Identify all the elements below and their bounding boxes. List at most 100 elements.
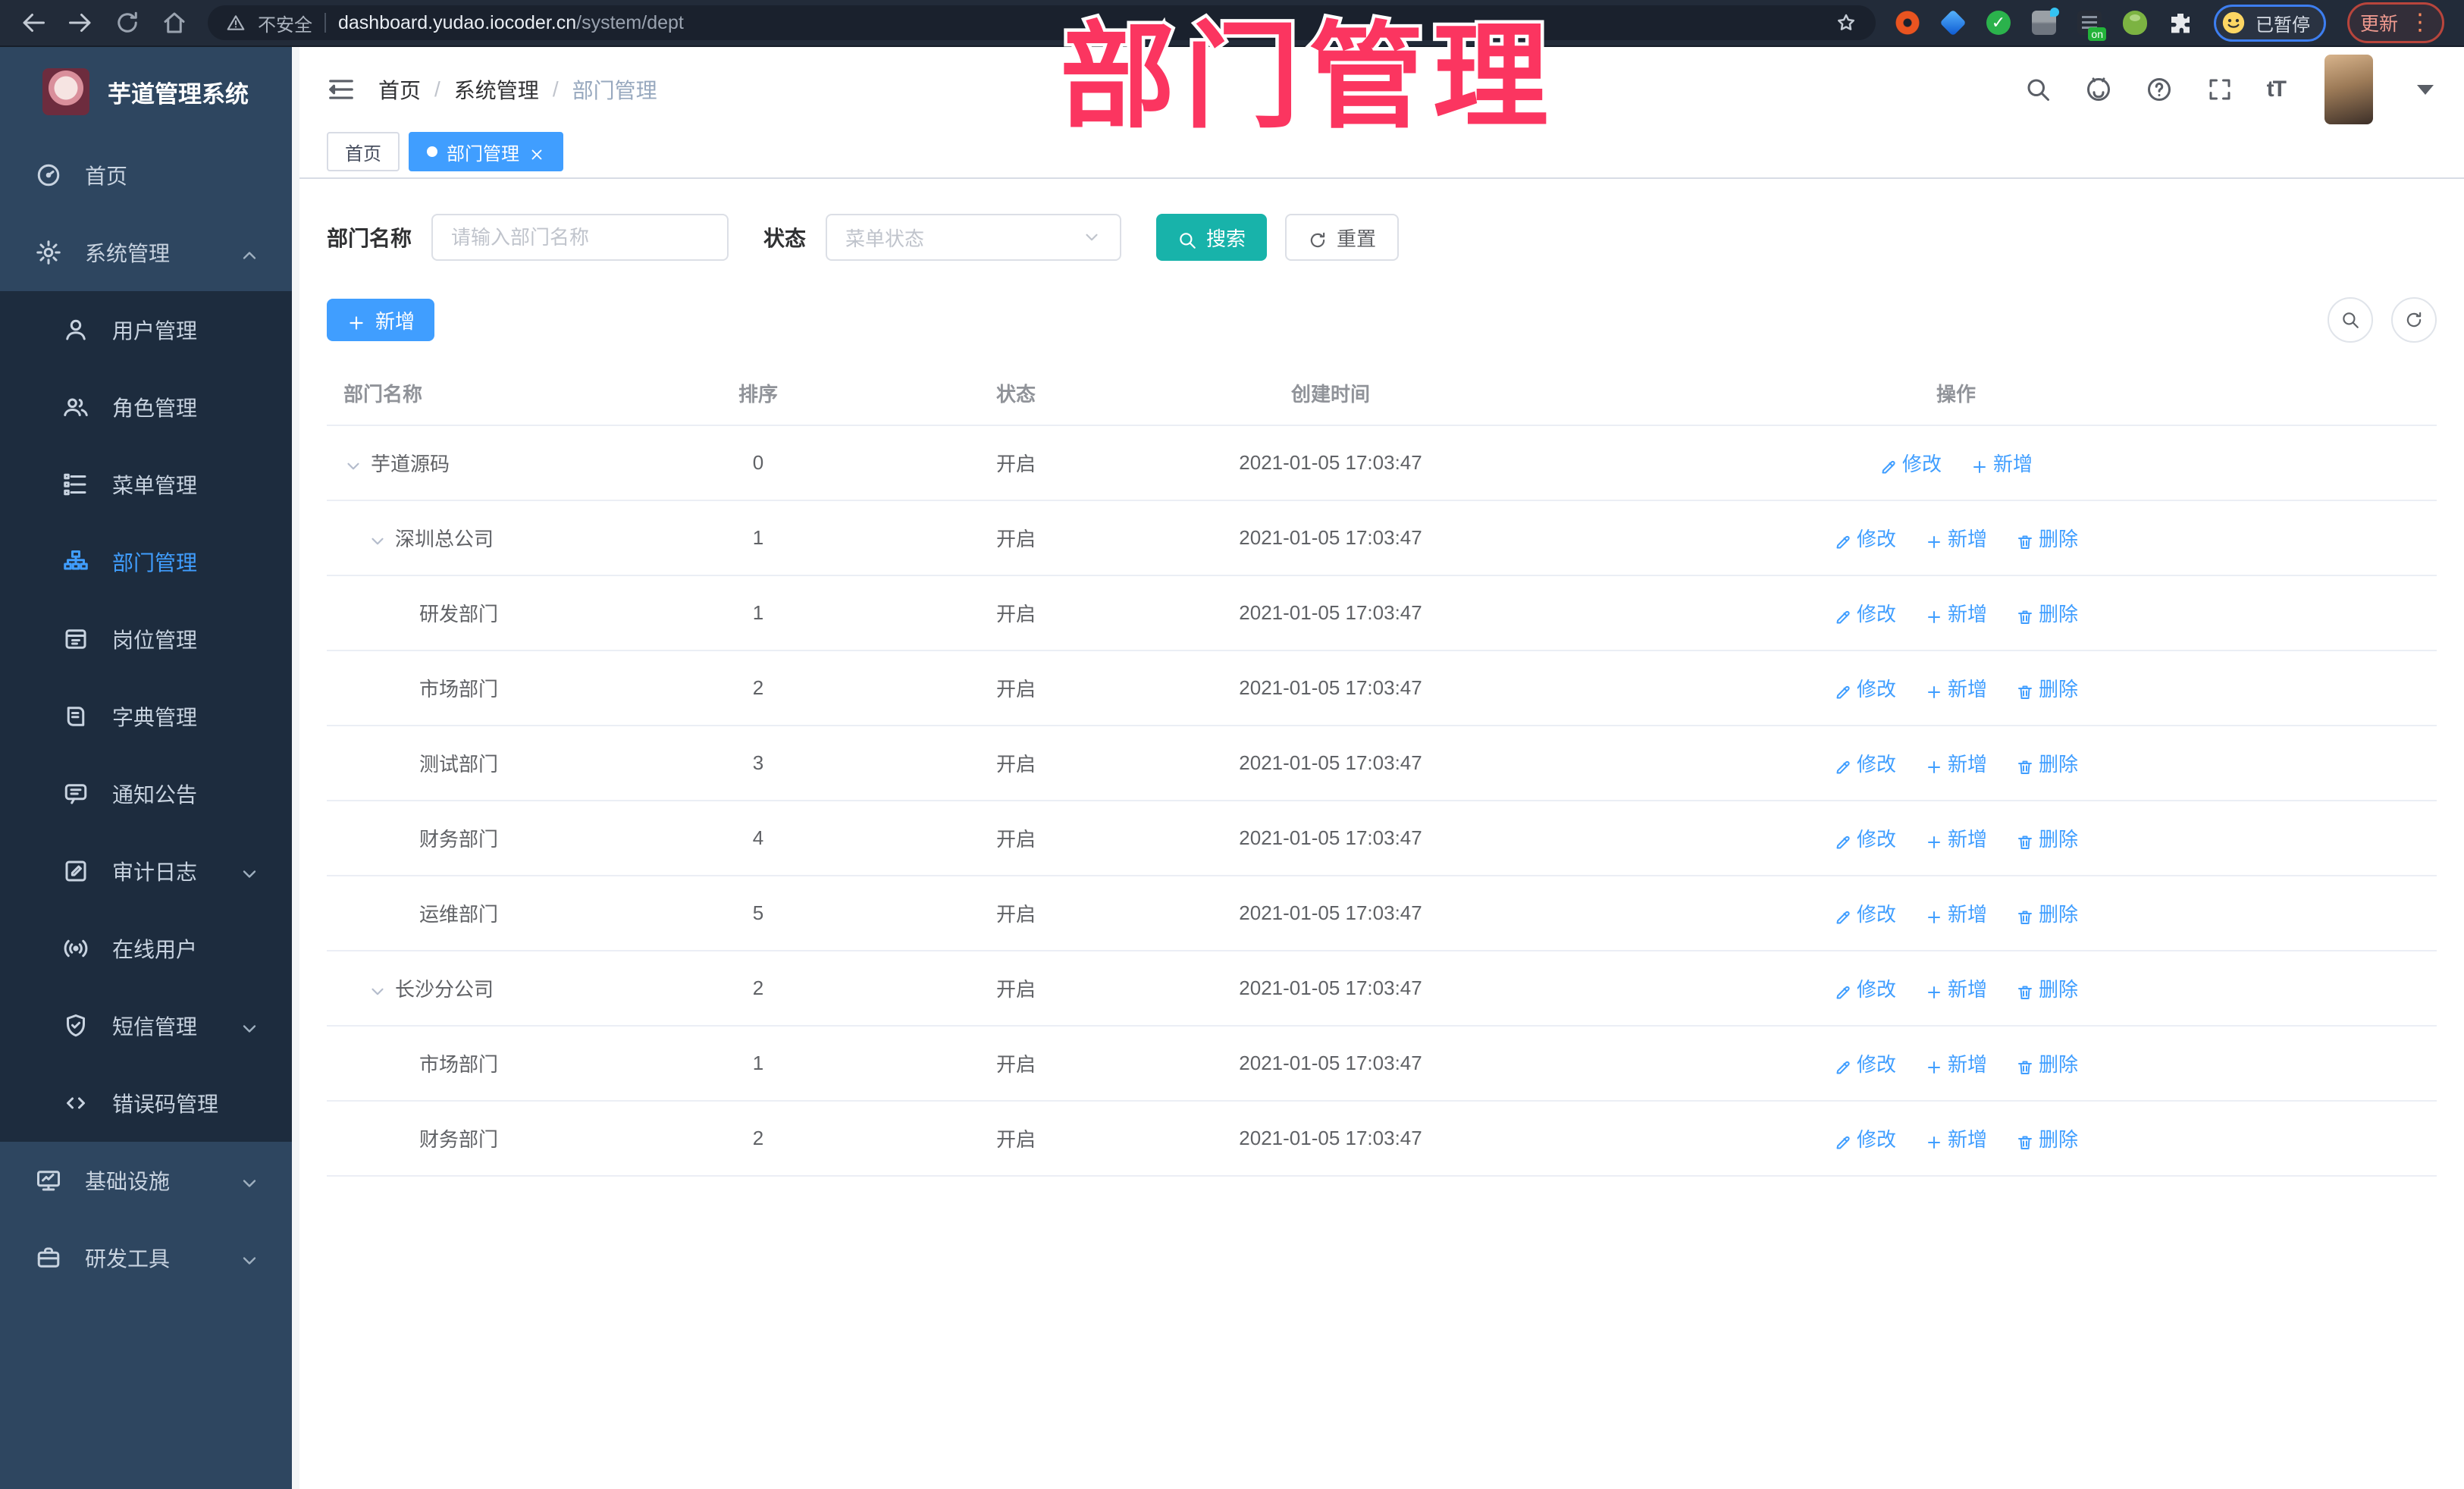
action-label: 新增 <box>1947 903 1987 926</box>
hamburger-icon[interactable] <box>327 75 356 104</box>
browser-menu-icon[interactable]: ⋮ <box>2409 11 2431 34</box>
action-新增[interactable]: 新增 <box>1925 674 1987 702</box>
action-删除[interactable]: 删除 <box>2016 599 2078 627</box>
browser-back-icon[interactable] <box>20 9 47 36</box>
browser-profile-chip[interactable]: 已暂停 <box>2213 4 2326 42</box>
search-icon <box>2340 310 2360 330</box>
plus-icon <box>1970 454 1989 473</box>
action-删除[interactable]: 删除 <box>2016 1124 2078 1152</box>
sidebar-item-研发工具[interactable]: 研发工具 <box>0 1219 292 1296</box>
address-bar[interactable]: 不安全 dashboard.yudao.iocoder.cn/system/de… <box>208 5 1876 40</box>
action-新增[interactable]: 新增 <box>1925 599 1987 627</box>
column-header-创建时间: 创建时间 <box>1137 361 1524 426</box>
action-新增[interactable]: 新增 <box>1925 524 1987 552</box>
action-label: 新增 <box>1947 678 1987 701</box>
action-修改[interactable]: 修改 <box>1834 599 1896 627</box>
browser-update-button[interactable]: 更新 ⋮ <box>2346 2 2444 43</box>
sidebar-item-角色管理[interactable]: 角色管理 <box>0 368 292 446</box>
sidebar-item-label: 通知公告 <box>112 783 198 807</box>
action-修改[interactable]: 修改 <box>1834 1049 1896 1077</box>
extension-android-icon[interactable] <box>2122 11 2147 35</box>
action-新增[interactable]: 新增 <box>1925 899 1987 927</box>
action-新增[interactable]: 新增 <box>1925 974 1987 1002</box>
action-修改[interactable]: 修改 <box>1834 899 1896 927</box>
extension-gem-icon[interactable] <box>1939 9 1967 36</box>
table-header-row: 部门名称 排序 状态 创建时间 操作 <box>327 361 2437 426</box>
breadcrumb-item[interactable]: 系统管理 <box>454 74 539 105</box>
sidebar-item-字典管理[interactable]: 字典管理 <box>0 678 292 755</box>
expand-toggle-icon[interactable] <box>368 528 387 548</box>
help-icon[interactable] <box>2146 76 2173 103</box>
dept-name-input[interactable] <box>431 214 729 261</box>
extension-check-icon[interactable]: ✓ <box>1986 11 2011 35</box>
action-删除[interactable]: 删除 <box>2016 974 2078 1002</box>
search-button[interactable]: 搜索 <box>1156 214 1268 261</box>
action-新增[interactable]: 新增 <box>1970 449 2033 477</box>
action-删除[interactable]: 删除 <box>2016 674 2078 702</box>
browser-home-icon[interactable] <box>161 9 188 36</box>
status-select[interactable]: 菜单状态 <box>826 214 1122 261</box>
action-修改[interactable]: 修改 <box>1834 674 1896 702</box>
browser-reload-icon[interactable] <box>114 9 141 36</box>
action-修改[interactable]: 修改 <box>1879 449 1942 477</box>
action-删除[interactable]: 删除 <box>2016 824 2078 852</box>
font-size-icon[interactable]: tT <box>2267 77 2287 102</box>
toggle-search-button[interactable] <box>2328 297 2373 343</box>
browser-forward-icon[interactable] <box>67 9 94 36</box>
action-修改[interactable]: 修改 <box>1834 524 1896 552</box>
extension-squares-icon[interactable] <box>2031 8 2059 35</box>
add-button[interactable]: 新增 <box>327 299 435 341</box>
action-删除[interactable]: 删除 <box>2016 1049 2078 1077</box>
action-新增[interactable]: 新增 <box>1925 1049 1987 1077</box>
sidebar-item-错误码管理[interactable]: 错误码管理 <box>0 1064 292 1142</box>
sidebar-item-审计日志[interactable]: 审计日志 <box>0 832 292 910</box>
tab-部门管理[interactable]: 部门管理 <box>409 132 563 171</box>
action-删除[interactable]: 删除 <box>2016 749 2078 777</box>
sidebar-item-首页[interactable]: 首页 <box>0 136 292 214</box>
expand-toggle-icon[interactable] <box>343 453 363 473</box>
security-warning-icon[interactable] <box>226 13 246 33</box>
close-icon[interactable] <box>528 143 545 160</box>
dept-name-label: 部门名称 <box>327 227 412 250</box>
action-修改[interactable]: 修改 <box>1834 974 1896 1002</box>
extensions-puzzle-icon[interactable] <box>2168 11 2193 35</box>
github-icon[interactable] <box>2085 76 2112 103</box>
action-修改[interactable]: 修改 <box>1834 1124 1896 1152</box>
reset-button[interactable]: 重置 <box>1285 214 1400 261</box>
expand-toggle-icon[interactable] <box>368 979 387 998</box>
action-删除[interactable]: 删除 <box>2016 524 2078 552</box>
table-row: 运维部门 5 开启 2021-01-05 17:03:47 修改 新增 删除 <box>327 876 2437 951</box>
action-label: 删除 <box>2039 903 2079 926</box>
tab-首页[interactable]: 首页 <box>327 132 400 171</box>
breadcrumb-item[interactable]: 首页 <box>378 74 421 105</box>
monitor-icon <box>35 1167 62 1194</box>
app-logo-row[interactable]: 芋道管理系统 <box>0 47 299 136</box>
action-新增[interactable]: 新增 <box>1925 1124 1987 1152</box>
sidebar-item-用户管理[interactable]: 用户管理 <box>0 291 292 368</box>
action-删除[interactable]: 删除 <box>2016 899 2078 927</box>
action-修改[interactable]: 修改 <box>1834 824 1896 852</box>
online-user-icon <box>62 935 89 962</box>
sidebar-item-在线用户[interactable]: 在线用户 <box>0 910 292 987</box>
user-avatar[interactable] <box>2324 55 2373 124</box>
search-icon[interactable] <box>2024 76 2052 103</box>
refresh-button[interactable] <box>2391 297 2437 343</box>
sidebar-item-部门管理[interactable]: 部门管理 <box>0 523 292 600</box>
app-logo <box>42 68 89 115</box>
sidebar-item-岗位管理[interactable]: 岗位管理 <box>0 600 292 678</box>
reset-button-label: 重置 <box>1337 227 1377 250</box>
bookmark-star-icon[interactable] <box>1835 11 1857 34</box>
sidebar-item-基础设施[interactable]: 基础设施 <box>0 1142 292 1219</box>
action-新增[interactable]: 新增 <box>1925 824 1987 852</box>
fullscreen-icon[interactable] <box>2206 76 2234 103</box>
profile-status-label: 已暂停 <box>2255 14 2310 36</box>
action-新增[interactable]: 新增 <box>1925 749 1987 777</box>
sidebar-item-短信管理[interactable]: 短信管理 <box>0 987 292 1064</box>
extension-orange-icon[interactable] <box>1895 11 1920 35</box>
extension-list-on-icon[interactable] <box>2077 11 2106 41</box>
sidebar-item-菜单管理[interactable]: 菜单管理 <box>0 446 292 523</box>
avatar-caret-down-icon[interactable] <box>2417 84 2434 95</box>
sidebar-item-系统管理[interactable]: 系统管理 <box>0 214 292 291</box>
action-修改[interactable]: 修改 <box>1834 749 1896 777</box>
sidebar-item-通知公告[interactable]: 通知公告 <box>0 755 292 832</box>
